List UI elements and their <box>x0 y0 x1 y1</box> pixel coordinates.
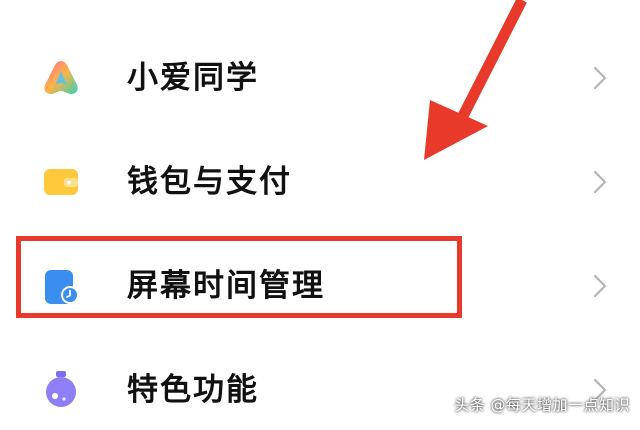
chevron-right-icon <box>592 273 608 299</box>
chevron-right-icon <box>592 169 608 195</box>
wallet-icon <box>40 161 82 203</box>
settings-item-label: 小爱同学 <box>127 60 259 96</box>
chevron-right-icon <box>592 65 608 91</box>
settings-item-special-features[interactable]: 特色功能 <box>0 350 640 430</box>
settings-item-wallet[interactable]: 钱包与支付 <box>0 142 640 222</box>
xiaoai-assistant-icon <box>40 57 82 99</box>
settings-list: 小爱同学 钱包与支付 屏幕时间管理 特色功能 <box>0 0 640 427</box>
highlight-box <box>16 236 462 318</box>
special-features-icon <box>40 368 82 410</box>
settings-item-label: 钱包与支付 <box>127 164 292 200</box>
annotation-arrow <box>424 0 527 160</box>
watermark: 头条 @每天增加一点知识 <box>454 396 630 414</box>
settings-item-xiaoai[interactable]: 小爱同学 <box>0 38 640 118</box>
settings-item-label: 特色功能 <box>127 372 259 408</box>
